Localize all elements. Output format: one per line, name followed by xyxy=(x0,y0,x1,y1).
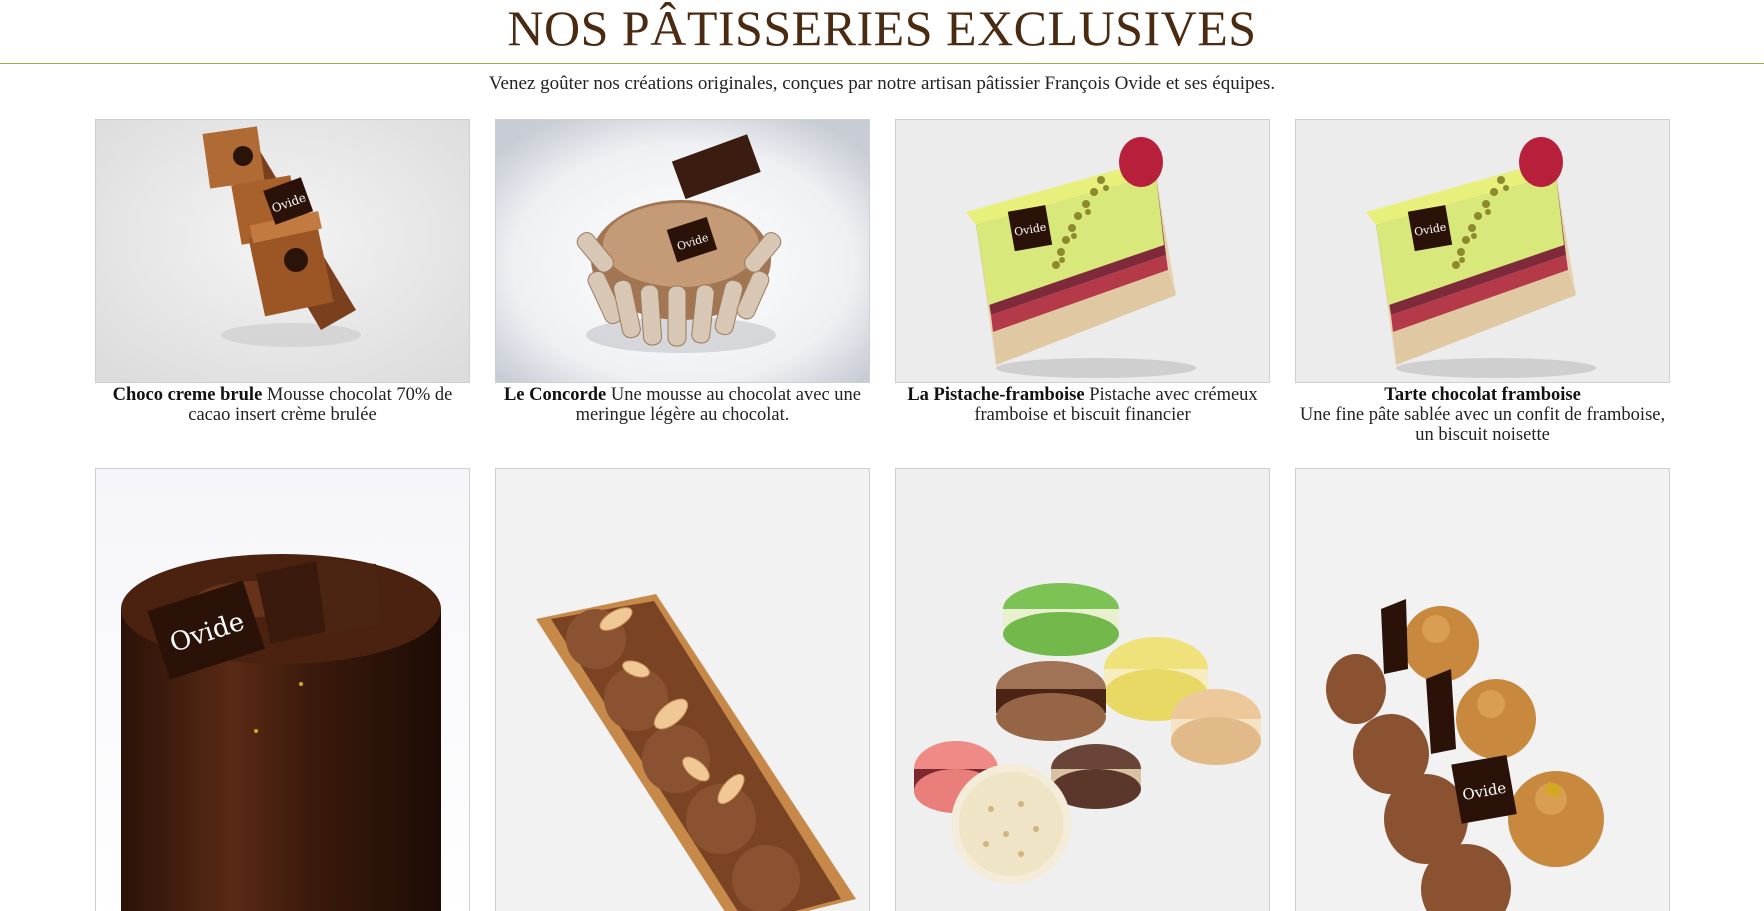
chocolate-almond-eclair-tart-photo xyxy=(496,469,869,911)
product-name[interactable]: Choco creme brule xyxy=(113,385,263,405)
product-card-la-pistache-framboise[interactable]: Ovide La Pistache-framboise Pistache ave… xyxy=(895,119,1270,425)
product-card-row2-3[interactable] xyxy=(895,468,1270,911)
product-photo-macarons[interactable] xyxy=(895,468,1270,911)
product-photo-choco-creme-brule[interactable]: Ovide xyxy=(95,119,470,383)
product-photo-la-pistache-framboise[interactable]: Ovide xyxy=(895,119,1270,383)
product-photo-le-concorde[interactable]: Ovide xyxy=(495,119,870,383)
product-card-row2-1[interactable]: Ovide xyxy=(95,468,470,911)
product-caption: Tarte chocolat framboise Une fine pâte s… xyxy=(1295,385,1670,445)
product-card-tarte-chocolat-framboise[interactable]: Ovide Tarte chocolat framboise Une fine … xyxy=(1295,119,1670,445)
product-photo-choux-tart[interactable]: Ovide xyxy=(1295,468,1670,911)
product-description: Une mousse au chocolat avec une meringue… xyxy=(575,385,862,425)
product-description: Une fine pâte sablée avec un confit de f… xyxy=(1299,405,1666,445)
concorde-cake-photo: Ovide xyxy=(496,120,869,382)
title-divider xyxy=(0,63,1764,64)
product-card-row2-4[interactable]: Ovide xyxy=(1295,468,1670,911)
product-caption: La Pistache-framboise Pistache avec crém… xyxy=(895,385,1270,425)
product-name[interactable]: La Pistache-framboise xyxy=(907,385,1084,405)
pistachio-raspberry-cake-photo: Ovide xyxy=(896,120,1269,382)
chocolate-dessert-photo: Ovide xyxy=(96,120,469,382)
glazed-chocolate-entremet-photo: Ovide xyxy=(96,469,469,911)
product-name[interactable]: Le Concorde xyxy=(504,385,606,405)
product-photo-tarte-chocolat-framboise[interactable]: Ovide xyxy=(1295,119,1670,383)
pistachio-raspberry-cake-photo: Ovide xyxy=(1296,120,1669,382)
product-photo-glazed-entremet[interactable]: Ovide xyxy=(95,468,470,911)
product-card-le-concorde[interactable]: Ovide Le Concorde Une mousse au chocolat… xyxy=(495,119,870,425)
intro-text: Venez goûter nos créations originales, c… xyxy=(488,73,1276,94)
product-caption: Le Concorde Une mousse au chocolat avec … xyxy=(495,385,870,425)
product-caption: Choco creme brule Mousse chocolat 70% de… xyxy=(95,385,470,425)
choux-chocolate-tart-photo: Ovide xyxy=(1296,469,1669,911)
page-title: NOS PÂTISSERIES EXCLUSIVES xyxy=(507,0,1257,56)
product-card-row2-2[interactable] xyxy=(495,468,870,911)
macarons-stack-photo xyxy=(896,469,1269,911)
product-name[interactable]: Tarte chocolat framboise xyxy=(1384,385,1581,405)
product-photo-chocolate-almond-tart[interactable] xyxy=(495,468,870,911)
product-card-choco-creme-brule[interactable]: Ovide Choco creme brule Mousse chocolat … xyxy=(95,119,470,425)
